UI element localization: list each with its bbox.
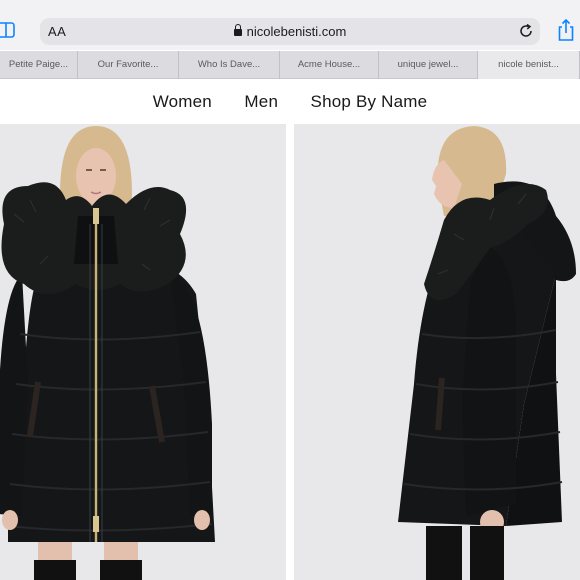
tab-petite-paige[interactable]: Petite Paige... [0,51,78,79]
tab-acme-house[interactable]: Acme House... [280,51,379,79]
reload-icon[interactable] [518,23,534,39]
nav-men[interactable]: Men [244,92,278,112]
address-bar[interactable]: AA nicolebenisti.com [40,18,540,45]
url-text: nicolebenisti.com [246,24,347,39]
coat-side-illustration [294,124,580,580]
coat-front-illustration [0,124,286,580]
tab-nicole-benisti[interactable]: nicole benist... [478,51,580,79]
nav-shop-by-name[interactable]: Shop By Name [311,92,428,112]
tab-our-favorite[interactable]: Our Favorite... [78,51,179,79]
reader-sidebar-icon[interactable] [0,20,20,40]
browser-toolbar: AA nicolebenisti.com [0,0,580,50]
url-display[interactable]: nicolebenisti.com [40,24,540,39]
share-icon[interactable] [556,18,576,42]
product-image-side[interactable] [294,124,580,580]
tab-unique-jewel[interactable]: unique jewel... [379,51,478,79]
lock-icon [233,24,242,37]
tab-who-is-dave[interactable]: Who Is Dave... [179,51,280,79]
tab-bar: Petite Paige... Our Favorite... Who Is D… [0,51,580,79]
nav-women[interactable]: Women [153,92,212,112]
product-image-front[interactable] [0,124,286,580]
site-navigation: Women Men Shop By Name [0,92,580,124]
